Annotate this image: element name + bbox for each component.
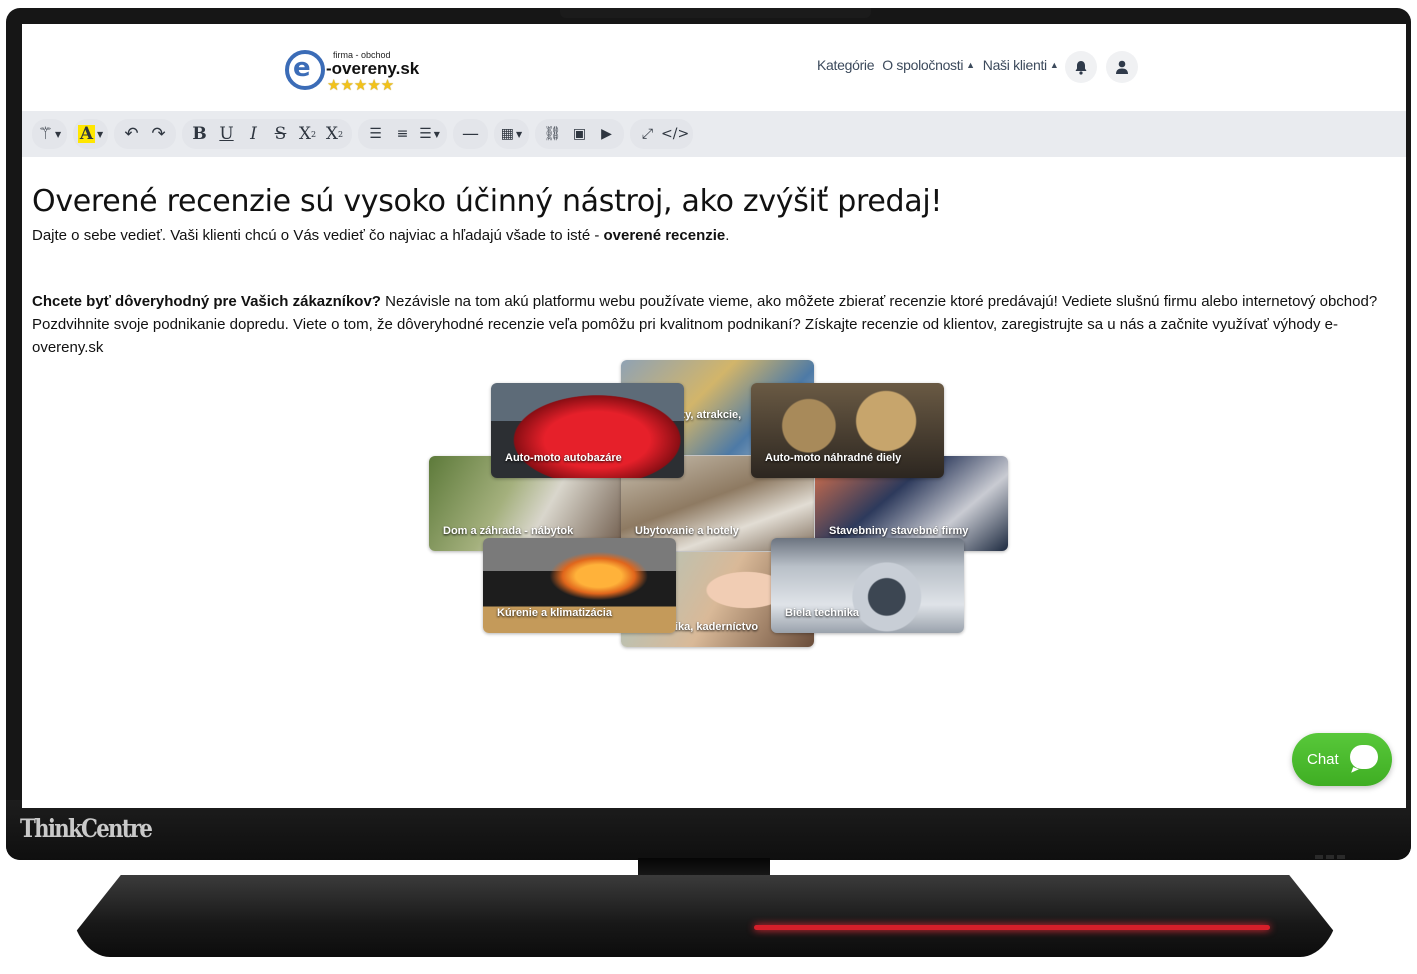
category-tile-kurenie[interactable]: Kúrenie a klimatizácia bbox=[483, 538, 676, 633]
chat-bubble-icon bbox=[1350, 745, 1378, 769]
screen: e firma - obchod -overeny.sk ★★★★★ Kateg… bbox=[22, 24, 1406, 808]
category-label: Kúrenie a klimatizácia bbox=[497, 607, 612, 619]
chat-label: Chat bbox=[1307, 751, 1339, 768]
category-tile-biela-technika[interactable]: Biela technika bbox=[771, 538, 964, 633]
category-tile-autobazare[interactable]: Auto-moto autobazáre bbox=[491, 383, 684, 478]
category-label: Ubytovanie a hotely bbox=[635, 525, 739, 537]
stand-accent-light bbox=[754, 925, 1270, 930]
monitor-indicator-leds bbox=[1315, 846, 1353, 859]
category-collage: ky, atrakcie, Dom a záhrada - nábytok Ub… bbox=[22, 24, 1406, 808]
monitor-frame: ThinkCentre e firma - obchod -overeny.sk… bbox=[6, 8, 1411, 860]
category-label: ika, kaderníctvo bbox=[675, 621, 759, 633]
monitor-chin bbox=[6, 800, 1411, 860]
monitor-stand-base bbox=[70, 875, 1340, 957]
monitor-brand-logo: ThinkCentre bbox=[20, 814, 153, 843]
category-label: ky, atrakcie, bbox=[679, 409, 742, 421]
chat-button[interactable]: Chat bbox=[1292, 733, 1392, 786]
category-label: Biela technika bbox=[785, 607, 859, 619]
category-label: Dom a záhrada - nábytok bbox=[443, 525, 574, 537]
category-label: Auto-moto náhradné diely bbox=[765, 452, 902, 464]
webcam-bar bbox=[560, 8, 871, 18]
category-label: Stavebniny stavebné firmy bbox=[829, 525, 969, 537]
category-tile-nahradne-diely[interactable]: Auto-moto náhradné diely bbox=[751, 383, 944, 478]
category-label: Auto-moto autobazáre bbox=[505, 452, 622, 464]
